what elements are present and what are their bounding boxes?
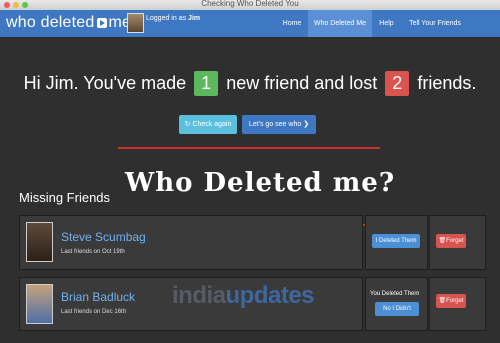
brand-prefix: who deleted [6, 14, 95, 31]
friend-photo [26, 222, 53, 262]
i-deleted-them-button[interactable]: I Deleted Them [372, 234, 420, 248]
brand-logo[interactable]: who deleted me [6, 14, 131, 32]
nav-who-deleted-me[interactable]: Who Deleted Me [308, 10, 372, 37]
summary-headline: Hi Jim. You've made 1 new friend and los… [0, 71, 500, 96]
friend-photo [26, 284, 53, 324]
logged-in-prefix: Logged in as [146, 15, 189, 22]
check-again-button[interactable]: ↻ Check again [179, 115, 237, 134]
friend-name[interactable]: Brian Badluck [61, 290, 135, 304]
friend-name[interactable]: Steve Scumbag [61, 230, 146, 244]
username: Jim [188, 15, 201, 22]
check-again-label: Check again [192, 121, 232, 128]
new-friends-badge: 1 [194, 71, 219, 96]
forget-label: Forget [446, 298, 464, 304]
watermark-text-b: updates [225, 282, 315, 309]
lets-go-label: Let's go see who [248, 121, 302, 128]
forget-button[interactable]: 🗑Forget [436, 234, 466, 248]
trash-icon: 🗑 [438, 298, 447, 304]
friend-last-date: Last friends on Oct 19th [61, 249, 125, 255]
forget-label: Forget [446, 238, 464, 244]
friend-last-date: Last friends on Dec 16th [61, 309, 127, 315]
avatar [127, 13, 144, 33]
nav-home[interactable]: Home [277, 10, 307, 37]
you-deleted-them-label: You Deleted Them [370, 291, 420, 297]
missing-friends-heading: Missing Friends [19, 190, 111, 205]
lost-friends-badge: 2 [385, 71, 410, 96]
watermark: indiaupdates [172, 282, 315, 310]
red-underline-top [118, 147, 380, 149]
lets-go-see-who-button[interactable]: Let's go see who ❯ [242, 115, 316, 134]
refresh-icon: ↻ [184, 121, 191, 128]
watermark-text-a: india [172, 282, 226, 309]
play-icon [96, 18, 107, 28]
nav-tell-your-friends[interactable]: Tell Your Friends [402, 10, 468, 37]
summary-text-1: Hi Jim. You've made [23, 73, 187, 93]
overlay-title: Who Deleted me? [125, 168, 396, 198]
logged-in-status: Logged in as Jim [146, 15, 200, 22]
nav-help[interactable]: Help [373, 10, 400, 37]
trash-icon: 🗑 [438, 238, 447, 244]
forget-button[interactable]: 🗑Forget [436, 294, 466, 308]
no-i-didnt-button[interactable]: No I Didn't [375, 302, 419, 316]
window-title: Checking Who Deleted You [201, 0, 299, 8]
chevron-right-icon: ❯ [303, 121, 310, 128]
summary-text-3: friends. [417, 73, 477, 93]
summary-text-2: new friend and lost [226, 73, 378, 93]
